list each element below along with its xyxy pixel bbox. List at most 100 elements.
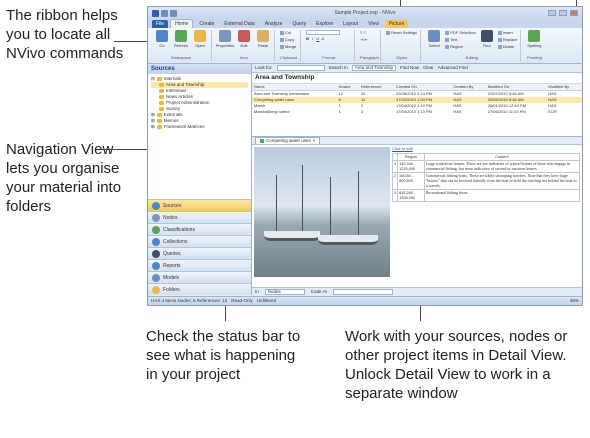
- spelling-button[interactable]: Spelling: [526, 30, 542, 49]
- insert-button[interactable]: Insert: [497, 30, 518, 36]
- detail-view: Look for: Search In Area and Township Fi…: [252, 64, 582, 295]
- nav-button-reports[interactable]: Reports: [148, 259, 251, 271]
- go-icon: [156, 30, 168, 42]
- replace-button[interactable]: Replace: [497, 37, 517, 43]
- region-table-header: Region Content: [391, 152, 581, 162]
- status-bar-callout: Check the status bar to see what is happ…: [146, 328, 301, 383]
- clear-button[interactable]: Clear: [423, 65, 434, 71]
- detail-view-callout: Work with your sources, nodes or other p…: [345, 328, 568, 402]
- delete-button[interactable]: Delete: [497, 44, 518, 50]
- nav-button-sources[interactable]: Sources: [148, 199, 251, 211]
- sources-icon: [152, 201, 160, 210]
- item-group: Properties Edit Paste Item: [214, 30, 275, 61]
- proofing-group: Spelling Proofing: [523, 30, 545, 61]
- clipboard-group: Cut Copy Merge Clipboard: [277, 30, 302, 61]
- document-tab[interactable]: Competing water uses ×: [255, 137, 321, 144]
- properties-icon: [219, 30, 231, 42]
- edit-button[interactable]: Edit: [236, 30, 252, 49]
- select-button[interactable]: Select: [426, 30, 442, 49]
- tree-item-framework-matrices[interactable]: ⊞ Framework Matrices: [151, 124, 248, 130]
- classifications-icon: [152, 225, 160, 234]
- close-tab-icon[interactable]: ×: [313, 138, 316, 144]
- paste-button[interactable]: Paste: [255, 30, 271, 49]
- folder-icon: [159, 101, 164, 105]
- nav-button-nodes[interactable]: Nodes: [148, 211, 251, 223]
- font-selector[interactable]: [306, 30, 351, 35]
- tab-file[interactable]: File: [152, 20, 169, 28]
- edit-icon: [238, 30, 250, 42]
- filter-indicator: Unfiltered: [256, 298, 277, 303]
- models-icon: [152, 273, 160, 282]
- open-button[interactable]: Open: [192, 30, 208, 49]
- find-now-button[interactable]: Find Now: [400, 65, 419, 71]
- ribbon-leader: [114, 41, 147, 42]
- indent-icon[interactable]: ⇥ ⇤: [360, 37, 377, 43]
- click-to-edit-link[interactable]: Click to edit: [392, 146, 580, 152]
- merge-button[interactable]: Merge: [280, 44, 297, 50]
- reports-icon: [152, 261, 160, 270]
- document-body: Click to edit Region Content 1 140,340 -…: [252, 145, 582, 287]
- scissors-icon: [280, 31, 284, 35]
- folder-icon: [156, 113, 162, 117]
- look-for-input[interactable]: [276, 65, 325, 71]
- nvivo-window: Sample Project.nvp - NVivo File Home Cre…: [147, 6, 583, 306]
- zoom-level[interactable]: 90%: [570, 298, 579, 304]
- status-text: HAS 4 Items Nodes: 5 References: 13: [151, 298, 228, 303]
- cut-button[interactable]: Cut: [280, 30, 297, 36]
- properties-button[interactable]: Properties: [216, 30, 234, 49]
- tab-layout[interactable]: Layout: [339, 20, 362, 28]
- paragraph-group: ≡ ≡ ⇥ ⇤ Paragraph: [357, 30, 382, 61]
- region-button[interactable]: Region: [445, 44, 476, 50]
- refresh-button[interactable]: Refresh: [173, 30, 189, 49]
- align-icon[interactable]: ≡ ≡: [360, 30, 377, 36]
- search-in-dropdown[interactable]: Search In: [329, 65, 348, 71]
- main-area: Sources ⊟ Internals Area and Township Int…: [148, 64, 582, 295]
- paste-icon: [257, 30, 269, 42]
- list-title: Area and Township: [252, 73, 582, 84]
- folder-icon: [156, 77, 162, 81]
- tab-create[interactable]: Create: [195, 20, 218, 28]
- go-button[interactable]: Go: [154, 30, 170, 49]
- nav-button-models[interactable]: Models: [148, 271, 251, 283]
- tab-analyze[interactable]: Analyze: [261, 20, 287, 28]
- tab-external-data[interactable]: External Data: [220, 20, 258, 28]
- text-icon: [445, 38, 450, 42]
- bold-italic-underline[interactable]: B I U A: [306, 36, 351, 42]
- tab-home[interactable]: Home: [170, 19, 194, 28]
- nodes-dropdown[interactable]: Nodes: [264, 288, 305, 295]
- table-row[interactable]: Marshallberg harbor 1 2 17/04/2010 1:13 PM H…: [252, 109, 582, 115]
- pdf-selection-button[interactable]: PDF Selection: [445, 30, 476, 36]
- search-scope-field[interactable]: Area and Township: [351, 65, 396, 71]
- code-at-input[interactable]: [332, 288, 393, 295]
- nodes-icon: [152, 213, 160, 222]
- text-button[interactable]: Text: [445, 37, 476, 43]
- find-button[interactable]: Find: [479, 30, 495, 49]
- delete-icon: [497, 45, 502, 49]
- binoculars-icon: [480, 30, 493, 42]
- folder-icon: [156, 119, 162, 123]
- tab-picture[interactable]: Picture: [384, 20, 409, 28]
- region-table: Region Content 1 140,340 - 1225,490 Larg…: [391, 152, 581, 203]
- tab-explore[interactable]: Explore: [312, 20, 337, 28]
- read-only-indicator: Read-Only: [231, 298, 253, 303]
- styles-group: Reset Settings Styles: [383, 30, 422, 61]
- ribbon: Go Refresh Open Workspace Properties Edi…: [148, 28, 582, 64]
- region-row[interactable]: 3 815,280 - 1205,490 Recreational fishin…: [391, 189, 581, 203]
- harbor-photo[interactable]: [254, 147, 390, 277]
- folder-tree: ⊟ Internals Area and Township Interviews …: [148, 74, 251, 199]
- tab-query[interactable]: Query: [289, 20, 311, 28]
- nav-button-folders[interactable]: Folders: [148, 283, 251, 295]
- nav-button-classifications[interactable]: Classifications: [148, 223, 251, 235]
- tab-view[interactable]: View: [364, 20, 383, 28]
- spell-check-icon: [528, 30, 541, 42]
- queries-icon: [152, 249, 160, 258]
- region-row[interactable]: 1 140,340 - 1225,490 Large waterfront ho…: [391, 160, 581, 174]
- collections-icon: [152, 237, 160, 246]
- copy-button[interactable]: Copy: [280, 37, 297, 43]
- nav-button-collections[interactable]: Collections: [148, 235, 251, 247]
- region-annotations: Click to edit Region Content 1 140,340 -…: [391, 146, 581, 285]
- region-row[interactable]: 2 160,80 - 800,500 Commercial fishing bo…: [391, 172, 581, 191]
- nav-button-queries[interactable]: Queries: [148, 247, 251, 259]
- advanced-find-button[interactable]: Advanced Find: [438, 65, 468, 71]
- reset-settings-button[interactable]: Reset Settings: [386, 30, 417, 36]
